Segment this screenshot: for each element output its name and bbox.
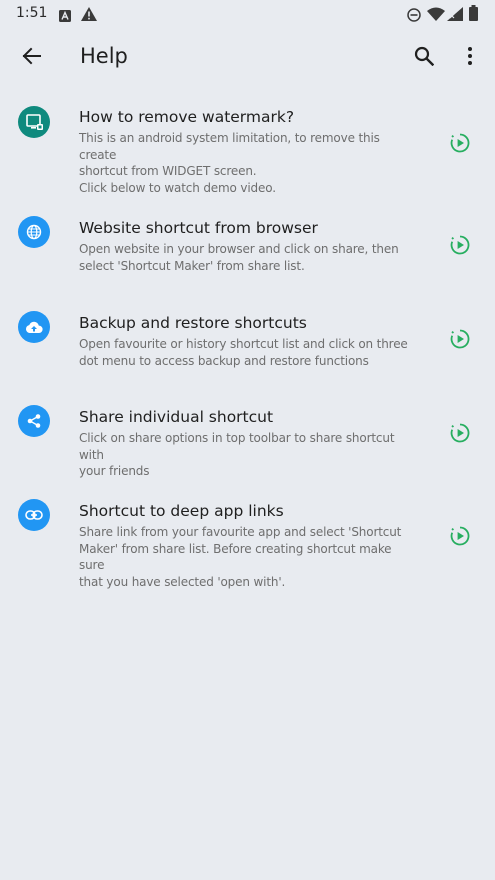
play-circle-icon[interactable] bbox=[449, 132, 471, 154]
desc-line: your friends bbox=[79, 464, 150, 478]
help-item-text: Share individual shortcut Click on share… bbox=[79, 407, 419, 480]
cloud-upload-icon bbox=[18, 311, 50, 343]
help-item-description: Open favourite or history shortcut list … bbox=[79, 336, 419, 369]
status-bar: 1:51 bbox=[0, 0, 495, 28]
more-vert-icon bbox=[467, 46, 473, 70]
desc-line: that you have selected 'open with'. bbox=[79, 574, 286, 589]
help-item-website-shortcut[interactable]: Website shortcut from browser Open websi… bbox=[0, 210, 495, 290]
desc-line: Maker' from share list. Before creating … bbox=[79, 541, 392, 573]
do-not-disturb-icon bbox=[407, 7, 421, 26]
share-icon bbox=[18, 405, 50, 437]
desc-line: shortcut from WIDGET screen. bbox=[79, 164, 257, 178]
play-circle-icon[interactable] bbox=[449, 525, 471, 547]
desc-line: This is an android system limitation, to… bbox=[79, 131, 380, 162]
wifi-icon bbox=[427, 6, 445, 25]
a11y-notification-icon bbox=[59, 7, 71, 26]
help-item-deep-app-links[interactable]: Shortcut to deep app links Share link fr… bbox=[0, 493, 495, 589]
app-bar: Help bbox=[0, 28, 495, 88]
desc-line: Click below to watch demo video. bbox=[79, 180, 276, 195]
widget-screen-icon bbox=[18, 106, 50, 138]
help-item-description: Open website in your browser and click o… bbox=[79, 241, 419, 274]
help-item-title: Backup and restore shortcuts bbox=[79, 314, 307, 332]
globe-icon bbox=[18, 216, 50, 248]
help-item-remove-watermark[interactable]: How to remove watermark? This is an andr… bbox=[0, 100, 495, 195]
play-circle-icon[interactable] bbox=[449, 234, 471, 256]
back-button[interactable] bbox=[11, 38, 51, 78]
help-item-backup-restore[interactable]: Backup and restore shortcuts Open favour… bbox=[0, 305, 495, 385]
search-button[interactable] bbox=[404, 38, 444, 78]
help-item-share-shortcut[interactable]: Share individual shortcut Click on share… bbox=[0, 399, 495, 479]
desc-line: Click on share options in top toolbar to… bbox=[79, 431, 395, 462]
page-title: Help bbox=[80, 44, 128, 68]
help-item-text: Website shortcut from browser Open websi… bbox=[79, 218, 419, 274]
overflow-menu-button[interactable] bbox=[450, 38, 490, 78]
alert-triangle-icon bbox=[81, 6, 97, 25]
play-circle-icon[interactable] bbox=[449, 328, 471, 350]
link-icon bbox=[18, 499, 50, 531]
battery-icon bbox=[469, 5, 478, 25]
desc-line: Open favourite or history shortcut list … bbox=[79, 337, 408, 351]
desc-line: Open website in your browser and click o… bbox=[79, 242, 399, 256]
help-item-description: This is an android system limitation, to… bbox=[79, 130, 419, 196]
help-item-title: Share individual shortcut bbox=[79, 408, 274, 426]
help-item-title: How to remove watermark? bbox=[79, 108, 295, 126]
desc-line: Share link from your favourite app and s… bbox=[79, 525, 402, 539]
status-time: 1:51 bbox=[16, 5, 48, 21]
help-item-text: How to remove watermark? This is an andr… bbox=[79, 107, 419, 196]
search-icon bbox=[414, 46, 435, 70]
help-item-description: Click on share options in top toolbar to… bbox=[79, 430, 419, 480]
arrow-back-icon bbox=[21, 46, 41, 70]
help-item-title: Shortcut to deep app links bbox=[79, 502, 284, 520]
help-item-text: Shortcut to deep app links Share link fr… bbox=[79, 501, 419, 590]
play-circle-icon[interactable] bbox=[449, 422, 471, 444]
desc-line: dot menu to access backup and restore fu… bbox=[79, 353, 369, 368]
help-item-title: Website shortcut from browser bbox=[79, 219, 318, 237]
help-item-description: Share link from your favourite app and s… bbox=[79, 524, 419, 590]
desc-line: select 'Shortcut Maker' from share list. bbox=[79, 258, 305, 273]
signal-icon bbox=[447, 6, 463, 25]
help-item-text: Backup and restore shortcuts Open favour… bbox=[79, 313, 419, 369]
